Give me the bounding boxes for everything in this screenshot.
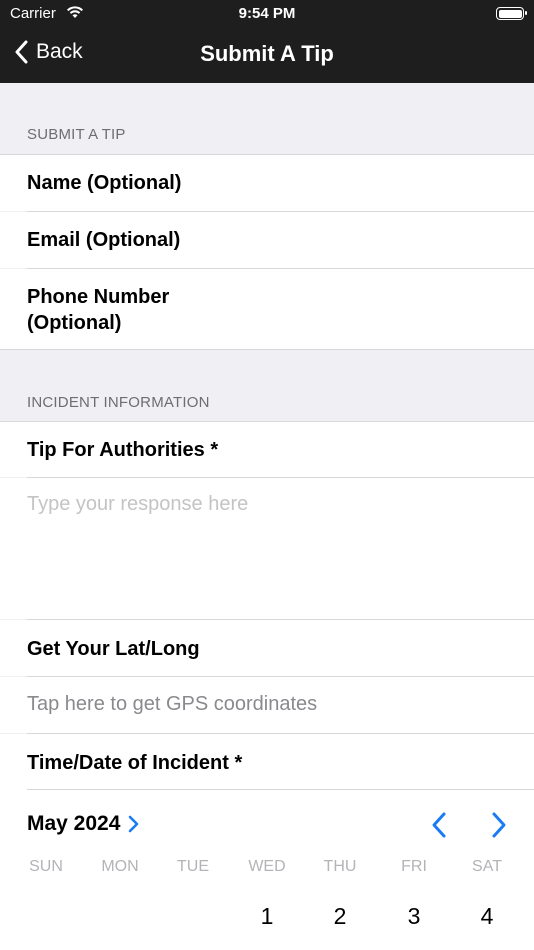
name-field-label: Name (Optional) [27, 172, 182, 194]
calendar-day[interactable]: 4 [462, 903, 512, 930]
name-field[interactable]: Name (Optional) [0, 155, 534, 211]
weekday-label: SAT [472, 858, 502, 875]
datetime-label-row: Time/Date of Incident * [0, 734, 534, 790]
date-picker: May 2024 SUN MON TUE WED THU FRI SAT 1 2… [0, 790, 534, 950]
tip-placeholder: Type your response here [27, 493, 249, 515]
phone-field[interactable]: Phone Number (Optional) [0, 269, 534, 349]
weekday-label: THU [323, 858, 357, 875]
status-bar: Carrier 9:54 PM [0, 0, 534, 28]
datetime-label: Time/Date of Incident * [27, 752, 243, 774]
calendar-day[interactable]: 2 [315, 903, 365, 930]
chevron-right-icon [129, 815, 139, 833]
weekday-label: FRI [401, 858, 427, 875]
weekday-label: WED [248, 858, 286, 875]
previous-month-button[interactable] [430, 811, 448, 844]
chevron-left-icon [432, 812, 446, 838]
latlong-label: Get Your Lat/Long [27, 638, 200, 660]
month-year-label: May 2024 [27, 812, 121, 835]
tip-label: Tip For Authorities * [27, 439, 219, 461]
next-month-button[interactable] [490, 811, 508, 844]
gps-hint: Tap here to get GPS coordinates [27, 693, 318, 715]
chevron-right-icon [492, 812, 506, 838]
divider [0, 349, 534, 350]
phone-field-label-line2: (Optional) [27, 312, 122, 334]
month-year-selector[interactable]: May 2024 [27, 812, 139, 836]
calendar-day[interactable]: 3 [389, 903, 439, 930]
weekday-label: TUE [177, 858, 209, 875]
latlong-label-row: Get Your Lat/Long [0, 620, 534, 676]
section-header-incident: INCIDENT INFORMATION [27, 394, 210, 411]
section-header-submit: SUBMIT A TIP [27, 126, 126, 143]
phone-field-label-line1: Phone Number [27, 286, 170, 308]
tip-label-row: Tip For Authorities * [0, 422, 534, 477]
email-field[interactable]: Email (Optional) [0, 212, 534, 268]
weekday-label: MON [101, 858, 139, 875]
calendar-day[interactable]: 1 [242, 903, 292, 930]
gps-button[interactable]: Tap here to get GPS coordinates [0, 677, 534, 733]
navigation-bar: Back Submit A Tip [0, 28, 534, 83]
battery-icon [496, 7, 527, 20]
weekday-label: SUN [29, 858, 63, 875]
page-title: Submit A Tip [200, 41, 334, 66]
status-time: 9:54 PM [238, 5, 296, 22]
tip-textarea[interactable]: Type your response here [0, 478, 534, 619]
email-field-label: Email (Optional) [27, 229, 181, 251]
